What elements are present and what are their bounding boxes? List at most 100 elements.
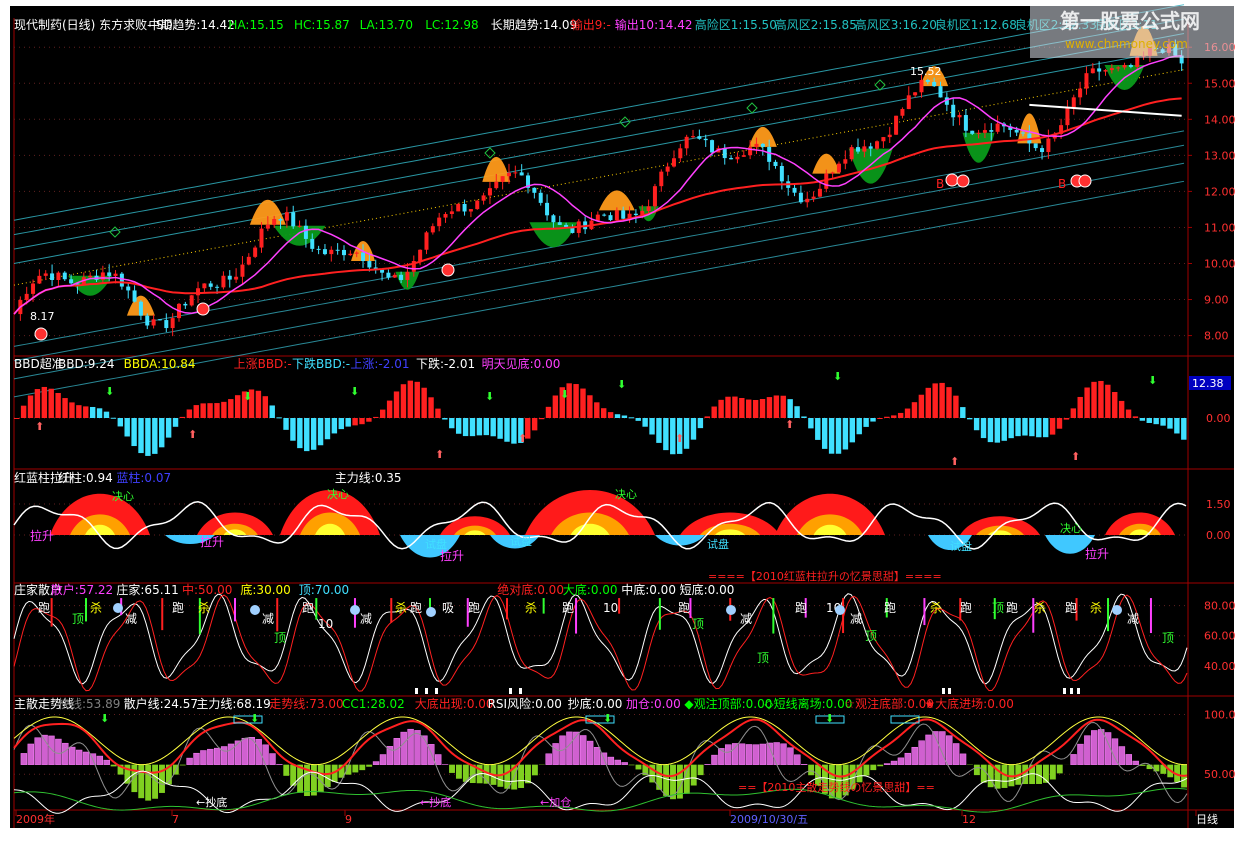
- bbd-bar: [435, 409, 440, 418]
- retail-bar: [1153, 765, 1159, 772]
- main-bar: [587, 741, 593, 765]
- bbd-bar: [967, 418, 972, 419]
- bbd-bar: [1022, 418, 1027, 436]
- candle-body: [685, 137, 689, 148]
- bbd-bar: [587, 395, 592, 418]
- candle-body: [539, 193, 543, 203]
- bbd-bar: [912, 402, 917, 418]
- main-bar: [69, 747, 75, 765]
- main-bar: [919, 741, 925, 765]
- bbd-bar: [774, 395, 779, 418]
- candle-body: [145, 316, 149, 326]
- price-high-label: 15.52: [910, 65, 942, 78]
- signal-ball: [442, 264, 454, 276]
- trend-header-item: ★大底进场:0.00: [924, 696, 1014, 711]
- candle-body: [977, 133, 981, 134]
- bbd-bar: [124, 418, 129, 436]
- main-bar: [76, 750, 82, 765]
- candle-body: [805, 199, 809, 202]
- trend-header-item: 大底出现:0.00: [415, 696, 494, 711]
- signal-cut: 减: [740, 612, 752, 626]
- candle-body: [754, 144, 758, 147]
- signal-run: 跑: [678, 601, 690, 615]
- bbd-bar: [594, 402, 599, 418]
- main-bar: [608, 757, 614, 765]
- bbd-bar: [138, 418, 143, 453]
- retail-bar: [808, 765, 814, 776]
- watermark-title: 第一股票公式网: [1060, 9, 1200, 33]
- signal-top: 顶: [72, 612, 84, 626]
- watermark: 第一股票公式网 www.chnmoney.com: [1030, 6, 1234, 58]
- candle-body: [348, 254, 352, 255]
- bbd-header-item: 下跌BBD:-: [292, 356, 350, 371]
- candle-body: [450, 211, 454, 214]
- bbd-bar: [843, 418, 848, 449]
- main-bar: [615, 760, 621, 765]
- price-header-item: LA:13.70: [360, 18, 413, 32]
- bbd-bar: [1036, 418, 1041, 437]
- bbd-header-item: BBD:9.24: [58, 357, 114, 371]
- bbd-bar: [725, 397, 730, 418]
- bbd-bar: [1029, 418, 1034, 436]
- candle-body: [875, 141, 879, 148]
- candle-body: [424, 232, 428, 249]
- main-bar: [83, 752, 89, 765]
- bbd-bar: [1119, 401, 1124, 418]
- signal-run: 跑: [1006, 601, 1018, 615]
- candle-body: [355, 253, 359, 254]
- candle-body: [704, 139, 708, 140]
- trend-y-label: 100.0: [1204, 709, 1236, 722]
- indicator-chart[interactable]: 8.1715.52BB ⬇⬇⬇⬇⬇⬇⬇⬇⬆⬆⬆⬆⬆⬆⬆⬆ 拉升拉升拉升拉升决心决…: [0, 0, 1259, 842]
- candle-body: [298, 226, 302, 227]
- bbd-bar: [304, 418, 309, 451]
- bbd-bar: [1167, 418, 1172, 429]
- retail-bar: [311, 765, 317, 796]
- signal-top: 顶: [992, 601, 1004, 615]
- candle-body: [56, 273, 60, 280]
- retail-bar: [283, 765, 289, 776]
- bbd-bar: [270, 405, 275, 418]
- candle-body: [1129, 65, 1133, 67]
- br-header-item: 顶:70.00: [299, 583, 349, 597]
- price-y-label: 9.00: [1204, 294, 1229, 307]
- candle-body: [881, 137, 885, 141]
- main-bar: [380, 755, 386, 765]
- bbd-bar: [263, 396, 268, 418]
- candle-body: [114, 274, 118, 276]
- candle-body: [63, 273, 67, 280]
- bbd-bar: [421, 388, 426, 418]
- main-bar: [256, 739, 262, 764]
- up-arrow-icon: ⬆: [785, 418, 794, 431]
- bbd-bar: [1015, 418, 1020, 436]
- signal-kill: 杀: [930, 600, 942, 615]
- bbd-bar: [55, 393, 60, 418]
- bbd-bar: [339, 418, 344, 429]
- bbd-bar: [318, 418, 323, 445]
- bbd-bar: [442, 418, 447, 420]
- signal-run: 跑: [302, 601, 314, 615]
- candle-body: [361, 253, 365, 261]
- bbd-bar: [1105, 385, 1110, 418]
- bbd-header-item: BBD超准: [14, 356, 64, 371]
- bbd-bar: [808, 418, 813, 428]
- main-bar: [1091, 730, 1097, 764]
- retail-bar: [698, 765, 704, 775]
- retail-bar: [532, 765, 538, 776]
- buy-signal-b: B: [936, 177, 944, 191]
- candle-body: [69, 279, 73, 283]
- bbd-bar: [187, 409, 192, 418]
- bbd-bar: [705, 416, 710, 418]
- trend-header-item: 加仓:0.00: [626, 697, 681, 711]
- main-bar: [1126, 754, 1132, 764]
- down-arrow-icon: ⬇: [603, 712, 612, 725]
- candle-body: [1123, 65, 1127, 67]
- bbd-bar: [850, 418, 855, 442]
- bbd-bar: [781, 396, 786, 418]
- signal-kill: 杀: [1090, 600, 1102, 615]
- candle-body: [152, 319, 156, 325]
- signal-ball: [197, 303, 209, 315]
- signal-cut: 减: [360, 612, 372, 626]
- up-arrow-icon: ⬆: [188, 428, 197, 441]
- main-bar: [926, 735, 932, 765]
- candle-body: [831, 172, 835, 173]
